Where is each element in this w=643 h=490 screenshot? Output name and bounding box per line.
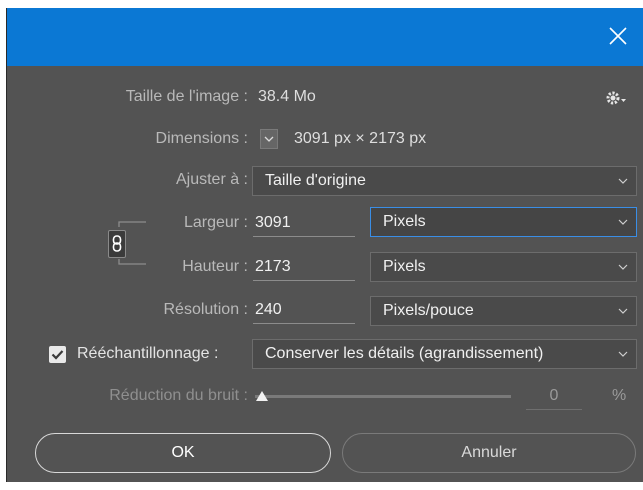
resolution-unit-select[interactable]: Pixels/pouce xyxy=(370,296,637,326)
close-icon xyxy=(609,27,627,45)
height-unit-select[interactable]: Pixels xyxy=(370,252,637,282)
close-button[interactable] xyxy=(606,24,630,48)
constrain-proportions-button[interactable] xyxy=(108,230,126,258)
chevron-down-icon xyxy=(618,219,628,225)
noise-reduction-input[interactable]: 0 xyxy=(526,382,582,410)
width-label: Largeur : xyxy=(183,214,248,231)
chevron-down-icon xyxy=(618,264,628,270)
resample-label: Rééchantillonnage : xyxy=(77,345,219,362)
resample-method-select[interactable]: Conserver les détails (agrandissement) xyxy=(252,339,637,369)
cancel-button[interactable]: Annuler xyxy=(342,433,636,473)
resolution-unit-value: Pixels/pouce xyxy=(383,302,474,319)
noise-reduction-label: Réduction du bruit : xyxy=(109,387,248,404)
height-input[interactable]: 2173 xyxy=(253,253,355,281)
dimensions-units-dropdown[interactable] xyxy=(260,129,278,149)
resolution-label: Résolution : xyxy=(163,301,249,318)
fit-to-value: Taille d'origine xyxy=(265,172,366,189)
chevron-down-icon xyxy=(618,308,628,314)
height-label: Hauteur : xyxy=(182,258,248,275)
resample-method-value: Conserver les détails (agrandissement) xyxy=(265,345,544,362)
image-size-dialog: Taille de l'image : 38.4 Mo Dimensions :… xyxy=(6,8,643,482)
width-input[interactable]: 3091 xyxy=(253,209,355,237)
ok-button[interactable]: OK xyxy=(35,433,331,473)
height-unit-value: Pixels xyxy=(383,258,426,275)
gear-icon xyxy=(606,91,626,105)
noise-reduction-slider[interactable] xyxy=(255,385,511,405)
width-unit-select[interactable]: Pixels xyxy=(370,207,637,237)
settings-button[interactable] xyxy=(605,88,629,108)
chevron-down-icon xyxy=(264,136,274,142)
image-size-value: 38.4 Mo xyxy=(258,88,316,105)
fit-to-label: Ajuster à : xyxy=(175,171,248,188)
width-unit-value: Pixels xyxy=(383,213,426,230)
checkmark-icon xyxy=(51,350,64,360)
noise-reduction-unit: % xyxy=(612,387,627,404)
image-size-label: Taille de l'image : xyxy=(125,88,248,105)
fit-to-select[interactable]: Taille d'origine xyxy=(252,166,637,196)
dimensions-value: 3091 px × 2173 px xyxy=(294,130,427,147)
resample-checkbox[interactable] xyxy=(49,346,66,363)
dimensions-label: Dimensions : xyxy=(155,130,248,147)
chevron-down-icon xyxy=(618,351,628,357)
slider-thumb[interactable] xyxy=(255,390,269,402)
chevron-down-icon xyxy=(618,178,628,184)
dialog-titlebar xyxy=(7,8,643,66)
slider-track xyxy=(255,395,511,398)
chain-link-icon xyxy=(112,235,122,252)
resolution-input[interactable]: 240 xyxy=(253,296,355,324)
